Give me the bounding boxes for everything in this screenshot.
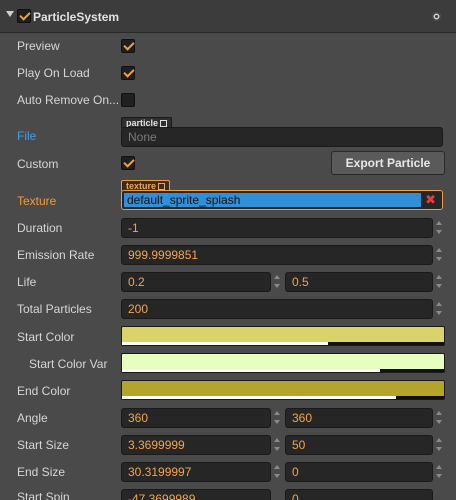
custom-checkbox[interactable]: [121, 156, 135, 170]
start-size-variance-stepper[interactable]: [434, 435, 444, 455]
start-color-alpha-bar: [122, 342, 329, 345]
start-color-alpha-rest: [328, 342, 444, 345]
total-particles-label: Total Particles: [17, 302, 92, 316]
auto-remove-checkbox[interactable]: [121, 93, 135, 107]
angle-stepper[interactable]: [272, 408, 282, 428]
angle-label: Angle: [17, 411, 48, 425]
emission-rate-input[interactable]: 999.9999851: [121, 245, 433, 265]
play-on-load-label: Play On Load: [17, 66, 90, 80]
start-size-variance-input[interactable]: 50: [285, 435, 433, 455]
play-on-load-checkbox[interactable]: [121, 66, 135, 80]
life-label: Life: [17, 275, 37, 289]
end-size-stepper[interactable]: [272, 462, 282, 482]
life-variance-stepper[interactable]: [434, 272, 444, 292]
file-asset-field[interactable]: None: [121, 127, 443, 147]
start-size-input[interactable]: 3.3699999: [121, 435, 271, 455]
clear-texture-icon[interactable]: ✖: [425, 192, 436, 208]
start-color-var-swatch[interactable]: [121, 353, 445, 373]
custom-label: Custom: [17, 157, 59, 171]
angle-variance-input[interactable]: 360: [285, 408, 433, 428]
duration-stepper[interactable]: [434, 218, 444, 238]
duration-label: Duration: [17, 221, 63, 235]
life-input[interactable]: 0.2: [121, 272, 271, 292]
preview-label: Preview: [17, 39, 60, 53]
texture-value: default_sprite_splash: [124, 193, 421, 207]
emission-rate-stepper[interactable]: [434, 245, 444, 265]
collapse-triangle-icon[interactable]: [6, 11, 14, 17]
angle-variance-stepper[interactable]: [434, 408, 444, 428]
life-variance-input[interactable]: 0.5: [285, 272, 433, 292]
start-color-label: Start Color: [17, 330, 75, 344]
end-size-label: End Size: [17, 465, 66, 479]
total-particles-input[interactable]: 200: [121, 299, 433, 319]
link-icon: [160, 120, 168, 127]
start-spin-label: Start Spin: [17, 490, 70, 500]
end-color-label: End Color: [17, 384, 71, 398]
end-color-alpha-bar: [122, 396, 396, 399]
texture-label: Texture: [17, 194, 57, 208]
preview-checkbox[interactable]: [121, 39, 135, 53]
end-size-variance-stepper[interactable]: [434, 462, 444, 482]
component-title: ParticleSystem: [33, 10, 120, 24]
gear-icon[interactable]: [432, 12, 441, 21]
component-header: ParticleSystem: [0, 0, 456, 33]
component-enabled-checkbox[interactable]: [17, 9, 31, 23]
auto-remove-label: Auto Remove On...: [17, 93, 120, 107]
angle-input[interactable]: 360: [121, 408, 271, 428]
link-icon: [158, 183, 166, 190]
end-color-alpha-rest: [395, 396, 444, 399]
file-label[interactable]: File: [17, 129, 36, 143]
end-size-input[interactable]: 30.3199997: [121, 462, 271, 482]
total-particles-stepper[interactable]: [434, 299, 444, 319]
texture-asset-field[interactable]: default_sprite_splash ✖: [121, 190, 443, 210]
start-color-swatch[interactable]: [121, 326, 445, 346]
start-spin-variance-input[interactable]: 0: [285, 489, 433, 500]
start-size-stepper[interactable]: [272, 435, 282, 455]
end-color-swatch[interactable]: [121, 380, 445, 400]
duration-input[interactable]: -1: [121, 218, 433, 238]
start-color-var-alpha-rest: [379, 369, 444, 372]
start-color-var-alpha-bar: [122, 369, 380, 372]
start-spin-input[interactable]: -47.3699989: [121, 489, 271, 500]
end-size-variance-input[interactable]: 0: [285, 462, 433, 482]
emission-rate-label: Emission Rate: [17, 248, 95, 262]
life-stepper[interactable]: [272, 272, 282, 292]
export-particle-button[interactable]: Export Particle: [331, 151, 445, 175]
start-size-label: Start Size: [17, 438, 70, 452]
start-color-var-label: Start Color Var: [29, 357, 108, 371]
